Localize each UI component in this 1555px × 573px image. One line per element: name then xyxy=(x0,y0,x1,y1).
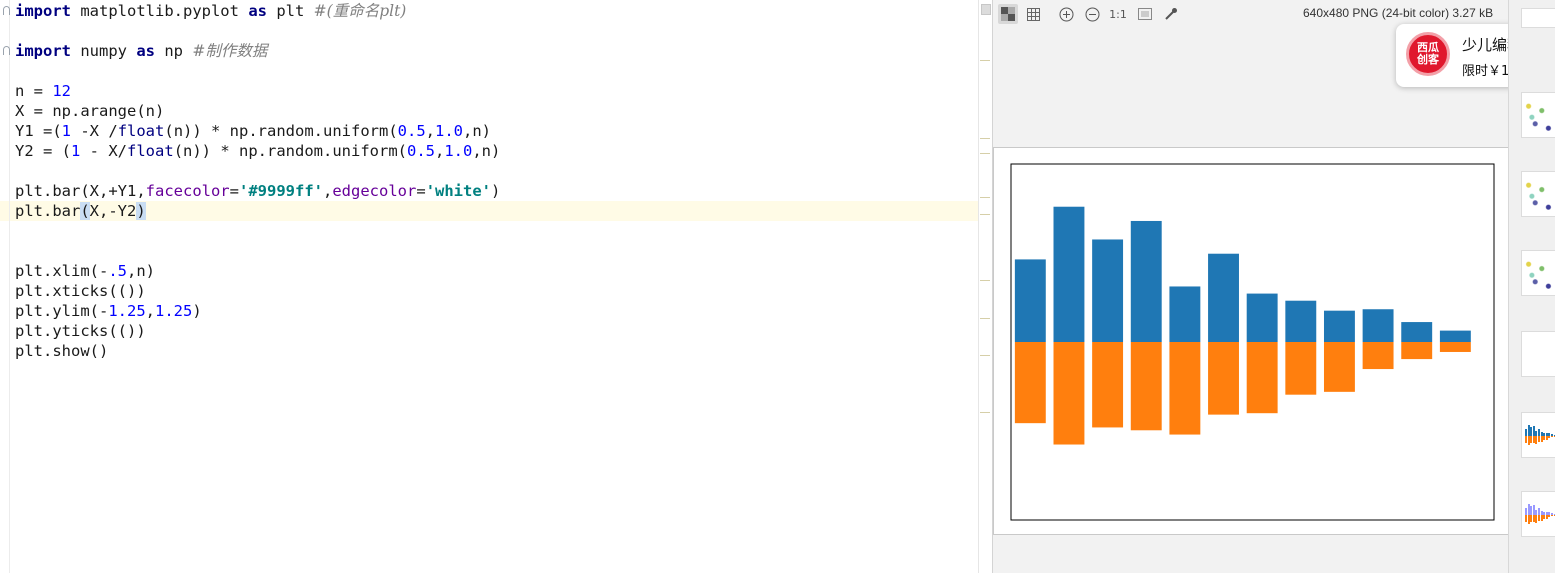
bar-positive xyxy=(1092,239,1124,342)
code-line[interactable]: plt.xlim(-.5,n) xyxy=(15,261,155,281)
thumbnail[interactable] xyxy=(1521,8,1555,28)
inspection-status-icon[interactable] xyxy=(981,4,991,15)
fold-marker-icon[interactable] xyxy=(3,46,10,55)
thumbnail[interactable] xyxy=(1521,250,1555,296)
code-line[interactable]: import matplotlib.pyplot as plt #(重命名plt… xyxy=(15,1,406,21)
code-line[interactable]: plt.bar(X,+Y1,facecolor='#9999ff',edgeco… xyxy=(15,181,500,201)
bar-negative xyxy=(1439,342,1471,352)
code-line[interactable]: import numpy as np #制作数据 xyxy=(15,41,267,61)
code-editor[interactable]: import matplotlib.pyplot as plt #(重命名plt… xyxy=(0,0,993,573)
bar-negative xyxy=(1169,342,1201,435)
code-line[interactable]: n = 12 xyxy=(15,81,71,101)
bar-positive xyxy=(1169,286,1201,342)
line-marker[interactable] xyxy=(980,355,990,356)
thumbnail[interactable] xyxy=(1521,92,1555,138)
code-line[interactable]: plt.xticks(()) xyxy=(15,281,146,301)
bar-positive xyxy=(1014,259,1046,342)
image-info: 640x480 PNG (24-bit color) 3.27 kB xyxy=(1303,6,1494,20)
bar-positive xyxy=(1323,310,1355,342)
thumbnail[interactable] xyxy=(1521,412,1555,458)
gutter xyxy=(9,0,10,573)
line-marker[interactable] xyxy=(980,318,990,319)
code-line[interactable]: Y1 =(1 -X /float(n)) * np.random.uniform… xyxy=(15,121,491,141)
bar-chart xyxy=(1010,163,1495,521)
bar-negative xyxy=(1285,342,1317,395)
line-marker[interactable] xyxy=(980,153,990,154)
eyedropper-icon[interactable] xyxy=(1161,4,1181,24)
thumbnail[interactable] xyxy=(1521,331,1555,377)
bar-positive xyxy=(1439,330,1471,342)
code-line[interactable]: plt.bar(X,-Y2) xyxy=(15,201,146,221)
code-line[interactable]: plt.yticks(()) xyxy=(15,321,146,341)
grid-icon[interactable] xyxy=(1023,4,1043,24)
bar-positive xyxy=(1401,322,1433,342)
thumbnail[interactable] xyxy=(1521,491,1555,537)
line-marker[interactable] xyxy=(980,138,990,139)
actual-size-button[interactable]: 1:1 xyxy=(1108,4,1128,24)
bar-negative xyxy=(1246,342,1278,414)
bar-negative xyxy=(1130,342,1162,431)
bar-negative xyxy=(1401,342,1433,360)
line-marker[interactable] xyxy=(980,412,990,413)
line-marker[interactable] xyxy=(980,197,990,198)
ad-logo: 西瓜创客 xyxy=(1406,32,1450,76)
code-line[interactable]: plt.ylim(-1.25,1.25) xyxy=(15,301,202,321)
code-line[interactable]: Y2 = (1 - X/float(n)) * np.random.unifor… xyxy=(15,141,500,161)
line-marker[interactable] xyxy=(980,214,990,215)
image-canvas[interactable] xyxy=(993,147,1509,535)
zoom-out-icon[interactable] xyxy=(1082,4,1102,24)
thumbnail[interactable] xyxy=(1521,171,1555,217)
ad-logo-text: 西瓜创客 xyxy=(1417,41,1439,66)
line-marker[interactable] xyxy=(980,60,990,61)
bar-positive xyxy=(1208,253,1239,342)
bar-negative xyxy=(1092,342,1124,428)
checker-icon[interactable] xyxy=(998,4,1018,24)
bar-negative xyxy=(1208,342,1239,415)
bar-negative xyxy=(1362,342,1394,370)
current-line-highlight xyxy=(0,201,992,221)
code-line[interactable]: X = np.arange(n) xyxy=(15,101,164,121)
zoom-in-icon[interactable] xyxy=(1056,4,1076,24)
code-line[interactable]: plt.show() xyxy=(15,341,108,361)
bar-positive xyxy=(1130,220,1162,342)
bar-negative xyxy=(1053,342,1085,445)
background-icon[interactable] xyxy=(1135,4,1155,24)
bar-positive xyxy=(1285,300,1317,342)
bar-negative xyxy=(1014,342,1046,424)
bar-positive xyxy=(1362,309,1394,342)
bar-positive xyxy=(1053,206,1085,342)
thumbnail-strip xyxy=(1508,0,1555,573)
line-marker[interactable] xyxy=(980,280,990,281)
editor-marker-rail[interactable] xyxy=(978,0,993,573)
bar-negative xyxy=(1323,342,1355,392)
bar-positive xyxy=(1246,293,1278,342)
fold-marker-icon[interactable] xyxy=(3,6,10,15)
